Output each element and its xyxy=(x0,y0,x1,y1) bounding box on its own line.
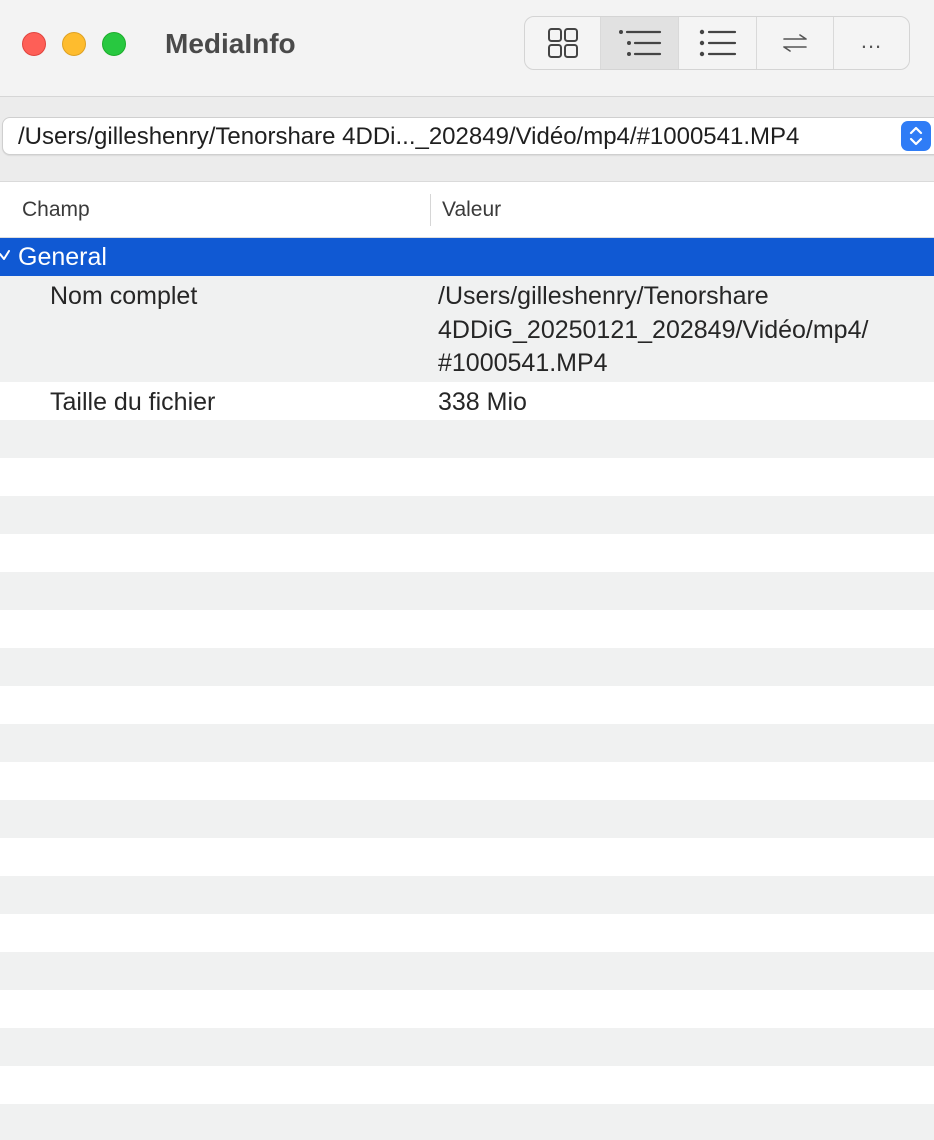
chevron-down-icon[interactable] xyxy=(0,247,12,270)
table-row[interactable]: Taille du fichier 338 Mio xyxy=(0,382,934,420)
field-cell: Nom complet xyxy=(50,282,198,310)
empty-row xyxy=(0,838,934,876)
empty-row xyxy=(0,648,934,686)
more-button[interactable]: ... xyxy=(834,17,909,69)
view-grid-button[interactable] xyxy=(525,17,601,69)
empty-row xyxy=(0,990,934,1028)
info-table: Champ Valeur General Nom complet /Users/… xyxy=(0,182,934,1140)
file-path-label: /Users/gilleshenry/Tenorshare 4DDi..._20… xyxy=(18,123,800,150)
title-bar: MediaInfo ... xyxy=(0,0,934,97)
tree-list-icon xyxy=(618,28,662,58)
swap-arrows-icon xyxy=(782,34,808,52)
empty-row xyxy=(0,496,934,534)
mediainfo-window: MediaInfo ... /Users/gilleshenry/Tenorsh… xyxy=(0,0,934,1140)
empty-row xyxy=(0,572,934,610)
empty-row xyxy=(0,724,934,762)
empty-row xyxy=(0,1066,934,1104)
value-cell: /Users/gilleshenry/Tenorshare 4DDiG_2025… xyxy=(438,282,869,377)
group-row-general[interactable]: General xyxy=(0,238,934,276)
zoom-window-button[interactable] xyxy=(102,32,126,56)
empty-row xyxy=(0,762,934,800)
empty-row xyxy=(0,686,934,724)
file-selector-bar: /Users/gilleshenry/Tenorshare 4DDi..._20… xyxy=(0,97,934,182)
empty-row xyxy=(0,1028,934,1066)
window-title: MediaInfo xyxy=(165,28,296,59)
empty-row xyxy=(0,952,934,990)
view-mode-toolbar: ... xyxy=(524,16,910,70)
table-header: Champ Valeur xyxy=(0,182,934,238)
empty-row xyxy=(0,610,934,648)
empty-row xyxy=(0,876,934,914)
empty-row xyxy=(0,420,934,458)
empty-row xyxy=(0,534,934,572)
column-divider[interactable] xyxy=(430,194,431,226)
close-window-button[interactable] xyxy=(22,32,46,56)
field-cell: Taille du fichier xyxy=(50,388,216,416)
view-tree-button[interactable] xyxy=(601,17,679,69)
chevron-up-down-icon[interactable] xyxy=(901,121,931,151)
value-cell: 338 Mio xyxy=(438,388,527,416)
compare-button[interactable] xyxy=(757,17,834,69)
empty-row xyxy=(0,1104,934,1140)
column-header-field[interactable]: Champ xyxy=(22,198,90,222)
table-rows: General Nom complet /Users/gilleshenry/T… xyxy=(0,238,934,1140)
empty-row xyxy=(0,458,934,496)
minimize-window-button[interactable] xyxy=(62,32,86,56)
view-list-button[interactable] xyxy=(679,17,757,69)
grid-icon xyxy=(547,27,579,59)
empty-row xyxy=(0,914,934,952)
table-row[interactable]: Nom complet /Users/gilleshenry/Tenorshar… xyxy=(0,276,934,382)
file-path-popup[interactable]: /Users/gilleshenry/Tenorshare 4DDi..._20… xyxy=(2,117,934,155)
bullet-list-icon xyxy=(699,28,737,58)
ellipsis-icon: ... xyxy=(860,28,883,53)
column-header-value[interactable]: Valeur xyxy=(442,198,501,222)
empty-row xyxy=(0,800,934,838)
group-label: General xyxy=(18,243,107,271)
